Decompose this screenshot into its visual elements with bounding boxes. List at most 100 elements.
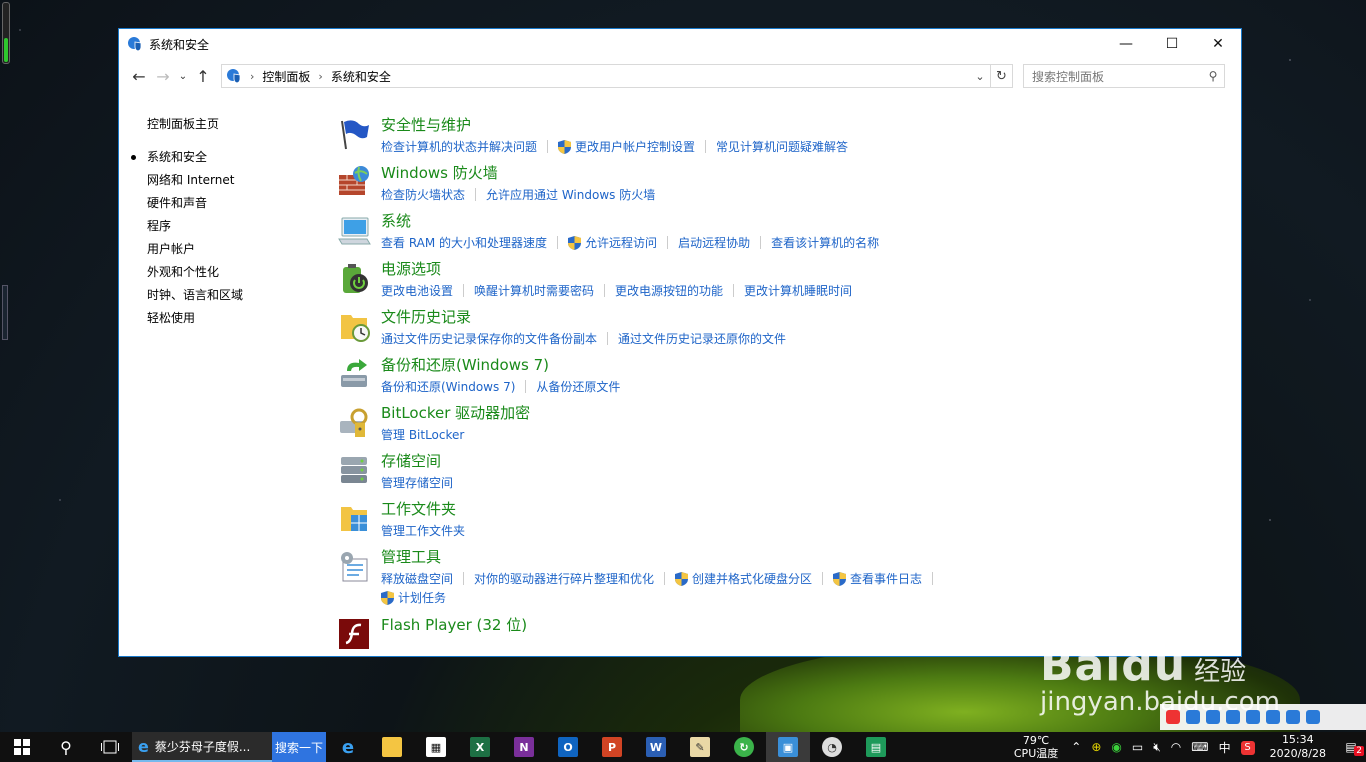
- refresh-icon[interactable]: ↻: [991, 64, 1013, 88]
- category-link[interactable]: 管理工作文件夹: [381, 521, 465, 540]
- language-icon[interactable]: ⌨: [1186, 740, 1213, 754]
- file-history-icon[interactable]: [337, 309, 371, 343]
- recent-chevron-down-icon[interactable]: ⌄: [175, 64, 191, 88]
- breadcrumb-system-security[interactable]: 系统和安全: [331, 68, 391, 85]
- add-green-icon[interactable]: ⊕: [1086, 740, 1106, 754]
- power-battery-icon[interactable]: [337, 261, 371, 295]
- wifi-icon[interactable]: ◠: [1166, 740, 1186, 754]
- bitlocker-icon[interactable]: [337, 405, 371, 439]
- flash-icon[interactable]: [337, 617, 371, 651]
- nav-item-user-accounts[interactable]: 用户帐户: [147, 238, 327, 261]
- search-icon[interactable]: ⚲: [1202, 69, 1224, 83]
- category-title[interactable]: Flash Player (32 位): [381, 613, 1241, 637]
- category-title[interactable]: 系统: [381, 209, 1241, 233]
- category-link[interactable]: 对你的驱动器进行碎片整理和优化: [474, 569, 654, 588]
- close-button[interactable]: ✕: [1195, 29, 1241, 59]
- sogou-tray-icon[interactable]: S: [1236, 739, 1260, 755]
- category-link[interactable]: 备份和还原(Windows 7): [381, 377, 515, 396]
- minimize-button[interactable]: —: [1103, 29, 1149, 59]
- breadcrumb-control-panel[interactable]: 控制面板: [262, 68, 310, 85]
- category-title[interactable]: 工作文件夹: [381, 497, 1241, 521]
- category-title[interactable]: 存储空间: [381, 449, 1241, 473]
- punctuation-icon[interactable]: [1206, 710, 1220, 724]
- category-title[interactable]: 备份和还原(Windows 7): [381, 353, 1241, 377]
- category-link[interactable]: 管理存储空间: [381, 473, 453, 492]
- cpu-temp[interactable]: 79℃ CPU温度: [1006, 734, 1066, 760]
- category-link[interactable]: 创建并格式化硬盘分区: [675, 569, 812, 588]
- search-input[interactable]: 搜索控制面板 ⚲: [1023, 64, 1225, 88]
- start-windows-icon[interactable]: [0, 732, 44, 762]
- search-once-button[interactable]: 搜索一下: [272, 732, 326, 762]
- photo-app-icon[interactable]: ▤: [854, 732, 898, 762]
- nav-control-panel-home[interactable]: 控制面板主页: [147, 113, 327, 136]
- category-link[interactable]: 常见计算机问题疑难解答: [716, 137, 848, 156]
- onenote-icon[interactable]: N: [502, 732, 546, 762]
- category-title[interactable]: 电源选项: [381, 257, 1241, 281]
- file-explorer-icon[interactable]: [370, 732, 414, 762]
- edge-icon[interactable]: e: [326, 732, 370, 762]
- ime-indicator[interactable]: 中: [1214, 739, 1236, 756]
- admin-tools-icon[interactable]: [337, 549, 371, 583]
- voice-icon[interactable]: [1246, 710, 1260, 724]
- category-title[interactable]: 安全性与维护: [381, 113, 1241, 137]
- category-link[interactable]: 释放磁盘空间: [381, 569, 453, 588]
- clock[interactable]: 15:34 2020/8/28: [1260, 733, 1336, 761]
- input-method-toolbar[interactable]: [1160, 704, 1366, 730]
- skin-icon[interactable]: [1286, 710, 1300, 724]
- nav-item-clock-region[interactable]: 时钟、语言和区域: [147, 284, 327, 307]
- word-icon[interactable]: W: [634, 732, 678, 762]
- paint-icon[interactable]: ✎: [678, 732, 722, 762]
- search-icon[interactable]: ⚲: [44, 732, 88, 762]
- category-link[interactable]: 查看事件日志: [833, 569, 922, 588]
- storage-icon[interactable]: [337, 453, 371, 487]
- outlook-icon[interactable]: O: [546, 732, 590, 762]
- category-link[interactable]: 更改用户帐户控制设置: [558, 137, 695, 156]
- ie-task-button[interactable]: e 蔡少芬母子度假...: [132, 732, 272, 762]
- address-bar[interactable]: › 控制面板 › 系统和安全 ⌄: [221, 64, 991, 88]
- browser-360-icon[interactable]: ↻: [722, 732, 766, 762]
- keyboard-icon[interactable]: [1266, 710, 1280, 724]
- computer-icon[interactable]: [337, 213, 371, 247]
- action-center-icon[interactable]: ▤ 2: [1336, 740, 1366, 756]
- category-title[interactable]: BitLocker 驱动器加密: [381, 401, 1241, 425]
- clock-app-icon[interactable]: ◔: [810, 732, 854, 762]
- category-link[interactable]: 唤醒计算机时需要密码: [474, 281, 594, 300]
- address-dropdown-chevron-icon[interactable]: ⌄: [970, 70, 990, 83]
- category-link[interactable]: 检查防火墙状态: [381, 185, 465, 204]
- up-arrow-icon[interactable]: ↑: [191, 64, 215, 88]
- task-view-icon[interactable]: [88, 732, 132, 762]
- category-link[interactable]: 允许远程访问: [568, 233, 657, 252]
- category-title[interactable]: 管理工具: [381, 545, 1241, 569]
- category-link[interactable]: 通过文件历史记录还原你的文件: [618, 329, 786, 348]
- category-link[interactable]: 更改电池设置: [381, 281, 453, 300]
- category-link[interactable]: 允许应用通过 Windows 防火墙: [486, 185, 655, 204]
- nav-item-system-security[interactable]: 系统和安全: [131, 146, 327, 169]
- firewall-icon[interactable]: [337, 165, 371, 199]
- sogou-icon[interactable]: [1166, 710, 1180, 724]
- store-icon[interactable]: ▦: [414, 732, 458, 762]
- flag-icon[interactable]: [337, 117, 371, 151]
- category-link[interactable]: 通过文件历史记录保存你的文件备份副本: [381, 329, 597, 348]
- powerpoint-icon[interactable]: P: [590, 732, 634, 762]
- category-link[interactable]: 管理 BitLocker: [381, 425, 464, 444]
- show-hidden-icons-chevron-up-icon[interactable]: ⌃: [1066, 740, 1086, 754]
- wechat-icon[interactable]: ◉: [1106, 740, 1126, 754]
- category-title[interactable]: Windows 防火墙: [381, 161, 1241, 185]
- category-title[interactable]: 文件历史记录: [381, 305, 1241, 329]
- nav-item-programs[interactable]: 程序: [147, 215, 327, 238]
- category-link[interactable]: 计划任务: [381, 588, 1241, 607]
- volume-mute-icon[interactable]: 🔇︎: [1148, 740, 1166, 755]
- category-link[interactable]: 检查计算机的状态并解决问题: [381, 137, 537, 156]
- control-panel-task-icon[interactable]: ▣: [766, 732, 810, 762]
- nav-item-appearance[interactable]: 外观和个性化: [147, 261, 327, 284]
- forward-arrow-icon[interactable]: →: [151, 64, 175, 88]
- toolbox-icon[interactable]: [1306, 710, 1320, 724]
- emoji-icon[interactable]: [1226, 710, 1240, 724]
- category-link[interactable]: 从备份还原文件: [536, 377, 620, 396]
- maximize-button[interactable]: ☐: [1149, 29, 1195, 59]
- nav-item-network[interactable]: 网络和 Internet: [147, 169, 327, 192]
- battery-icon[interactable]: ▭: [1127, 740, 1148, 754]
- category-link[interactable]: 查看 RAM 的大小和处理器速度: [381, 233, 547, 252]
- nav-item-hardware[interactable]: 硬件和声音: [147, 192, 327, 215]
- ime-mode-icon[interactable]: [1186, 710, 1200, 724]
